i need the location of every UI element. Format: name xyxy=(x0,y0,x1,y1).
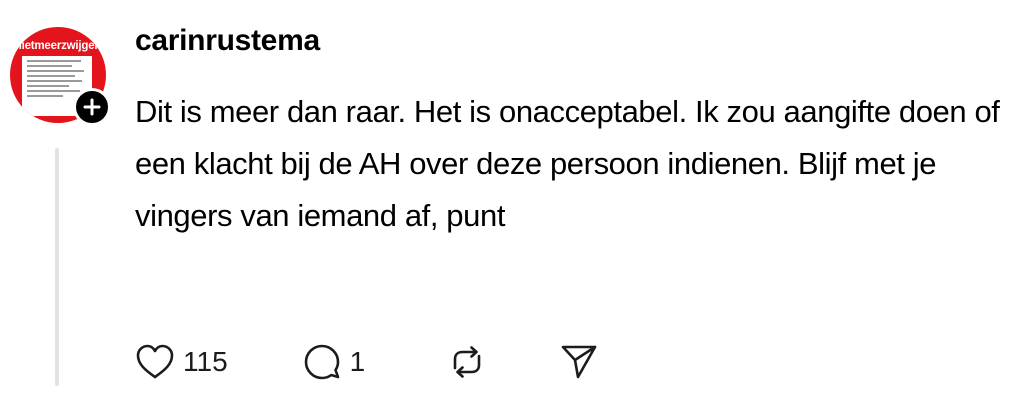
thread-connector-line xyxy=(55,148,59,386)
action-bar: 115 1 xyxy=(135,340,635,384)
like-button[interactable]: 115 xyxy=(135,343,228,381)
avatar-banner-text: nietmeerzwijgen xyxy=(14,40,102,52)
thread-post: nietmeerzwijgen carinrustema Dit is meer… xyxy=(0,0,1024,405)
repost-button[interactable] xyxy=(447,342,487,382)
follow-button[interactable] xyxy=(73,88,111,126)
send-icon xyxy=(561,345,597,379)
username[interactable]: carinrustema xyxy=(135,24,320,58)
comment-icon xyxy=(304,344,339,380)
reply-button[interactable]: 1 xyxy=(302,342,366,382)
post-content: Dit is meer dan raar. Het is onacceptabe… xyxy=(135,94,1000,233)
reply-count: 1 xyxy=(349,346,366,377)
heart-icon xyxy=(136,344,174,379)
repost-icon xyxy=(453,346,481,378)
avatar-container[interactable]: nietmeerzwijgen xyxy=(10,27,111,126)
plus-icon xyxy=(83,98,101,116)
share-button[interactable] xyxy=(559,342,599,382)
like-count: 115 xyxy=(183,346,228,377)
